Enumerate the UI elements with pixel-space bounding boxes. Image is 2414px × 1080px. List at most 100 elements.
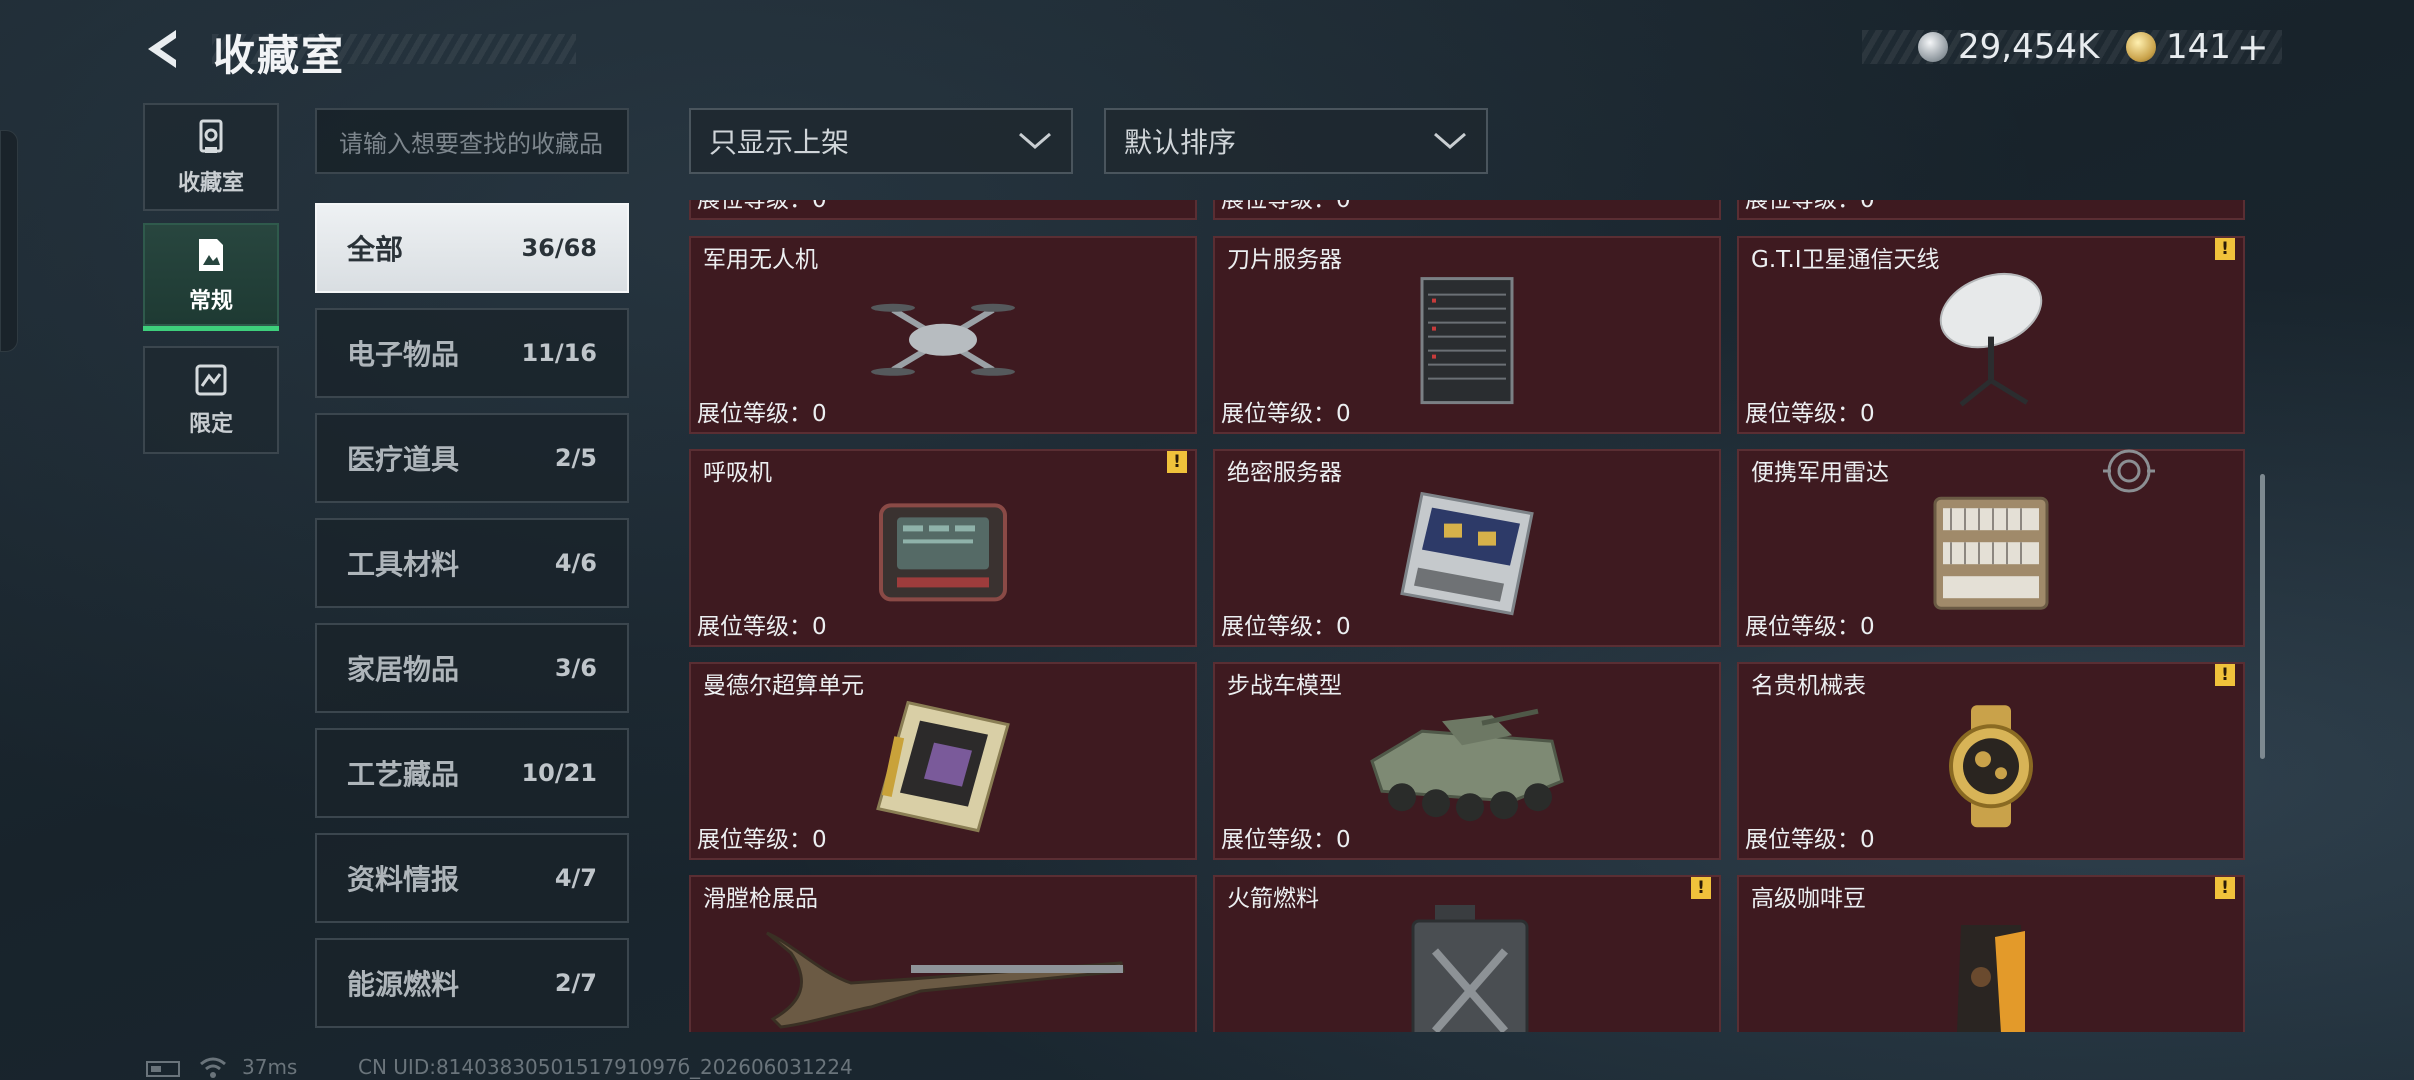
supercompute-unit-icon — [876, 700, 1010, 833]
target-reticle-icon — [2103, 449, 2155, 493]
grid-scrollbar[interactable] — [2260, 474, 2265, 759]
item-level: 展位等级：0 — [1745, 827, 1875, 853]
category-household[interactable]: 家居物品 3/6 — [315, 623, 629, 713]
item-name: G.T.I卫星通信天线 — [1751, 247, 1940, 273]
category-crafts[interactable]: 工艺藏品 10/21 — [315, 728, 629, 818]
limited-icon — [195, 364, 227, 396]
category-count: 2/5 — [554, 444, 597, 472]
item-card[interactable]: G.T.I卫星通信天线 ! 展位等级：0 — [1737, 236, 2245, 434]
category-count: 36/68 — [521, 234, 597, 262]
item-card-partial[interactable]: 展位等级：0 — [1213, 200, 1721, 220]
item-name: 刀片服务器 — [1227, 247, 1342, 273]
category-energy[interactable]: 能源燃料 2/7 — [315, 938, 629, 1028]
uid-text: CN UID:8140383050151791097б_202606031224 — [358, 1055, 853, 1079]
rail-label: 限定 — [188, 412, 233, 437]
item-name: 步战车模型 — [1227, 673, 1342, 699]
category-name: 工艺藏品 — [347, 758, 460, 791]
item-name: 军用无人机 — [703, 247, 818, 273]
secret-server-icon — [1400, 491, 1534, 616]
item-card[interactable]: 步战车模型 展位等级：0 — [1213, 662, 1721, 860]
item-name: 绝密服务器 — [1227, 460, 1342, 486]
category-count: 4/6 — [554, 549, 597, 577]
item-level: 展位等级：0 — [1221, 200, 1351, 213]
item-level: 展位等级：0 — [1221, 401, 1351, 427]
page-title: 收藏室 — [213, 31, 346, 80]
item-card-partial[interactable]: 展位等级：0 — [1737, 200, 2245, 220]
item-card[interactable]: 刀片服务器 展位等级：0 — [1213, 236, 1721, 434]
display-filter-value: 只显示上架 — [709, 126, 850, 159]
item-card[interactable]: 高级咖啡豆 ! — [1737, 875, 2245, 1032]
item-card-partial[interactable]: 展位等级：0 — [689, 200, 1197, 220]
warning-badge-icon: ! — [2215, 877, 2235, 899]
musket-icon — [766, 931, 1125, 1029]
category-name: 工具材料 — [347, 548, 460, 581]
item-card[interactable]: 火箭燃料 ! — [1213, 875, 1721, 1032]
item-level: 展位等级：0 — [697, 200, 827, 213]
warning-badge-icon: ! — [2215, 238, 2235, 260]
warning-badge-icon: ! — [2215, 664, 2235, 686]
drone-icon — [871, 303, 1015, 376]
item-name: 曼德尔超算单元 — [703, 673, 864, 699]
gold-currency-value: 141 — [2166, 27, 2231, 67]
add-currency-icon[interactable]: + — [2237, 25, 2269, 69]
warning-badge-icon: ! — [1691, 877, 1711, 899]
item-level: 展位等级：0 — [1221, 614, 1351, 640]
item-level: 展位等级：0 — [1221, 827, 1351, 853]
ping-text: 37ms — [242, 1055, 298, 1079]
category-intel[interactable]: 资料情报 4/7 — [315, 833, 629, 923]
blade-server-icon — [1420, 277, 1514, 405]
gold-coin-icon — [2126, 32, 2156, 62]
rail-label: 收藏室 — [177, 171, 244, 196]
rail-regular[interactable]: 常规 — [143, 223, 279, 326]
item-name: 高级咖啡豆 — [1751, 886, 1866, 912]
item-level: 展位等级：0 — [1745, 614, 1875, 640]
item-level: 展位等级：0 — [1745, 200, 1875, 213]
item-name: 呼吸机 — [703, 460, 772, 486]
category-count: 2/7 — [554, 969, 597, 997]
chevron-down-icon — [1434, 132, 1466, 149]
item-level: 展位等级：0 — [697, 401, 827, 427]
gold-currency[interactable]: 141 + — [2126, 24, 2269, 70]
display-filter-dropdown[interactable]: 只显示上架 — [689, 108, 1073, 174]
category-name: 全部 — [347, 233, 404, 266]
item-card[interactable]: 曼德尔超算单元 展位等级：0 — [689, 662, 1197, 860]
item-card[interactable]: 名贵机械表 ! 展位等级：0 — [1737, 662, 2245, 860]
category-electronics[interactable]: 电子物品 11/16 — [315, 308, 629, 398]
side-pull-tab[interactable] — [0, 130, 18, 352]
ventilator-icon — [879, 503, 1007, 602]
rail-limited[interactable]: 限定 — [143, 346, 279, 454]
watch-icon — [1949, 705, 2033, 828]
category-name: 资料情报 — [347, 863, 460, 896]
ifv-model-icon — [1370, 708, 1564, 822]
silver-currency[interactable]: 29,454K — [1918, 24, 2099, 70]
collection-room-icon — [199, 119, 223, 153]
silver-currency-value: 29,454K — [1958, 27, 2100, 67]
collection-grid[interactable]: 展位等级：0 展位等级：0 展位等级：0 军用无人机 展位等级：0 刀片服务器 — [689, 200, 2245, 1032]
category-name: 电子物品 — [347, 338, 460, 371]
item-name: 火箭燃料 — [1227, 886, 1319, 912]
sort-value: 默认排序 — [1124, 126, 1237, 159]
item-card[interactable]: 军用无人机 展位等级：0 — [689, 236, 1197, 434]
item-card[interactable]: 滑膛枪展品 — [689, 875, 1197, 1032]
item-name: 名贵机械表 — [1751, 673, 1866, 699]
item-name: 滑膛枪展品 — [703, 886, 818, 912]
item-level: 展位等级：0 — [1745, 401, 1875, 427]
item-level: 展位等级：0 — [697, 827, 827, 853]
search-input[interactable]: 请输入想要查找的收藏品 — [315, 108, 629, 174]
category-all[interactable]: 全部 36/68 — [315, 203, 629, 293]
warning-badge-icon: ! — [1167, 451, 1187, 473]
item-card[interactable]: 绝密服务器 展位等级：0 — [1213, 449, 1721, 647]
item-level: 展位等级：0 — [697, 614, 827, 640]
active-rail-indicator — [143, 326, 279, 331]
category-count: 3/6 — [554, 654, 597, 682]
item-card[interactable]: 呼吸机 ! 展位等级：0 — [689, 449, 1197, 647]
silver-coin-icon — [1918, 32, 1948, 62]
category-tools[interactable]: 工具材料 4/6 — [315, 518, 629, 608]
rail-label: 常规 — [188, 288, 233, 314]
rail-collection-room[interactable]: 收藏室 — [143, 103, 279, 211]
category-medical[interactable]: 医疗道具 2/5 — [315, 413, 629, 503]
sort-dropdown[interactable]: 默认排序 — [1104, 108, 1488, 174]
back-arrow-icon[interactable] — [140, 24, 190, 74]
item-card[interactable]: 便携军用雷达 展位等级：0 — [1737, 449, 2245, 647]
radar-icon — [1933, 496, 2049, 610]
